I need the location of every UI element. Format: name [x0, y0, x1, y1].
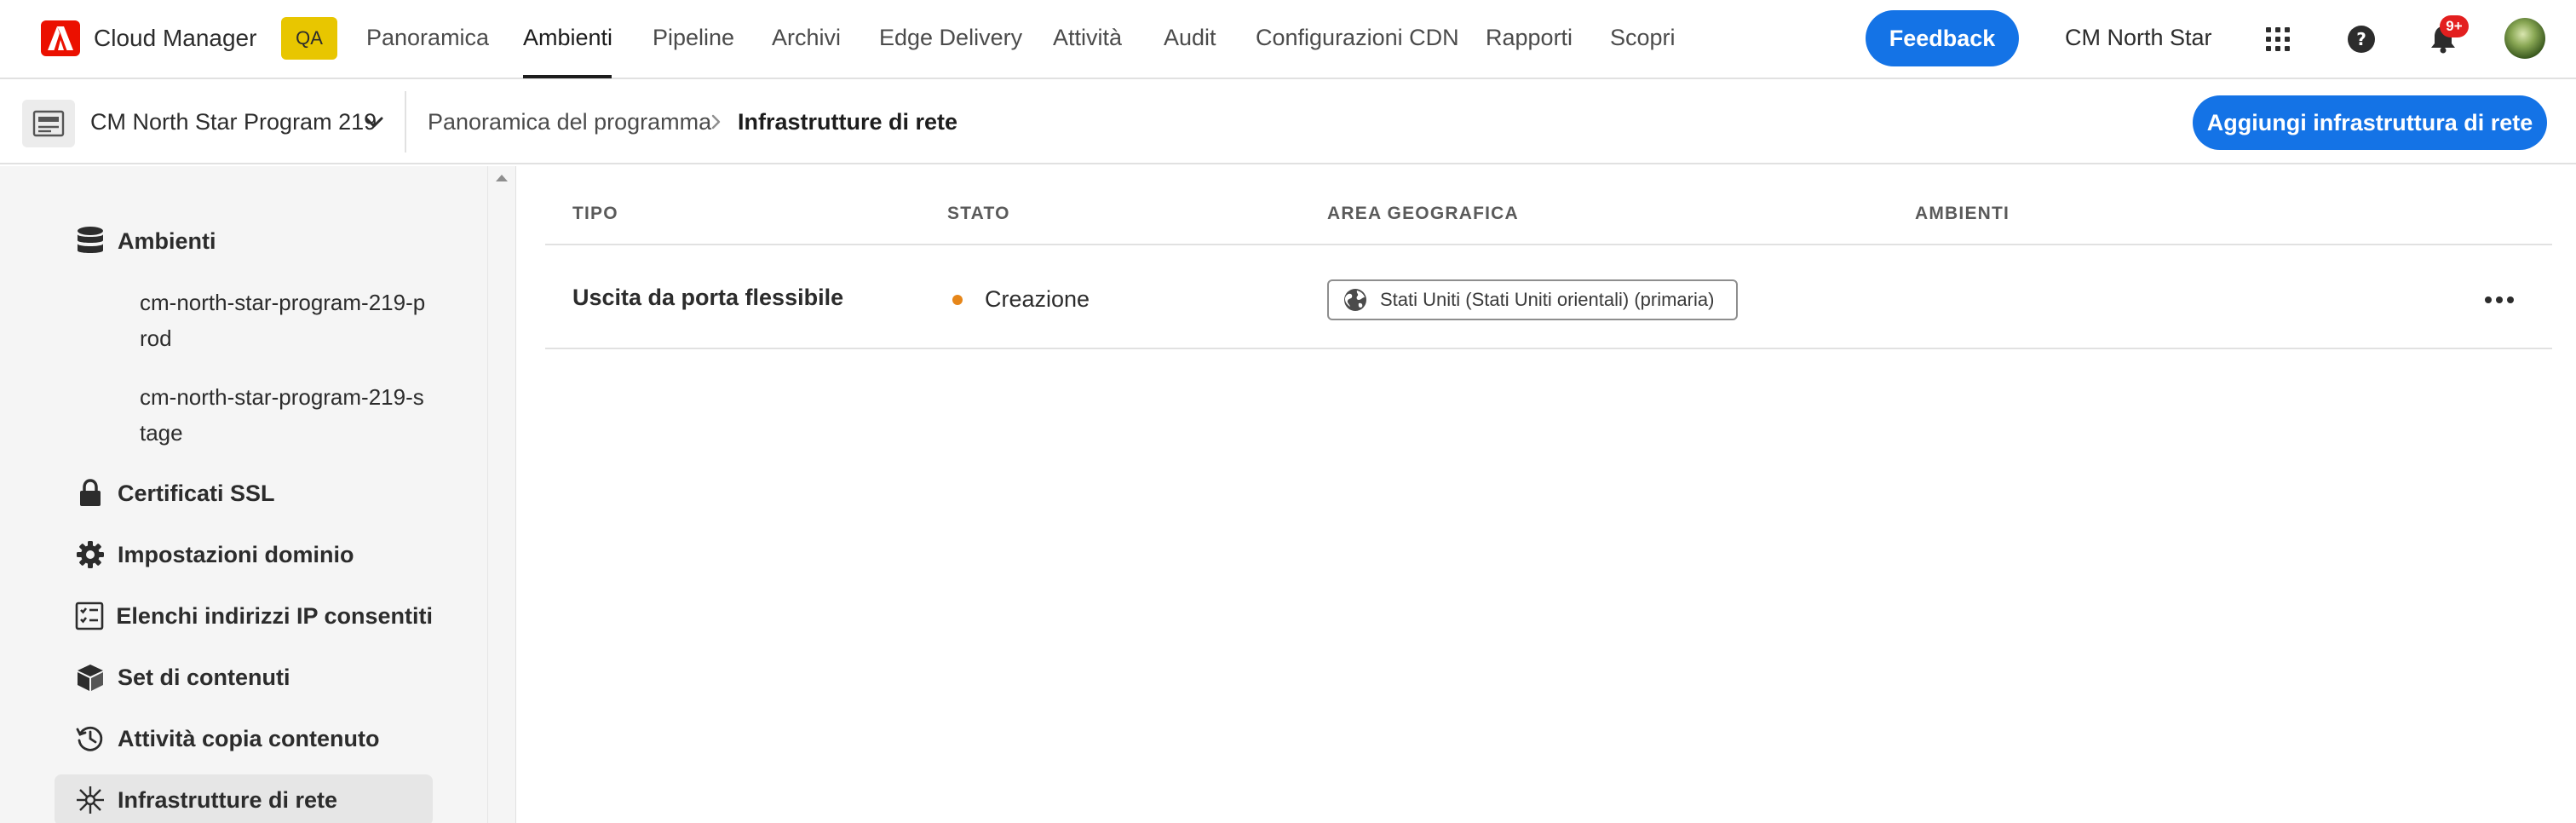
sidebar-environment-prod[interactable]: cm-north-star-program-219-prod [140, 285, 429, 356]
cell-type: Uscita da porta flessibile [572, 285, 844, 310]
table-row[interactable]: Uscita da porta flessibile Creazione Sta… [545, 245, 2552, 349]
program-header: CM North Star Program 219 Panoramica del… [0, 81, 2576, 164]
nav-rapporti[interactable]: Rapporti [1486, 25, 1573, 51]
nav-edge-delivery[interactable]: Edge Delivery [879, 25, 1022, 51]
add-network-infrastructure-button[interactable]: Aggiungi infrastruttura di rete [2193, 95, 2547, 150]
avatar[interactable] [2504, 18, 2545, 59]
notification-count-badge: 9+ [2440, 15, 2469, 37]
sidebar-item-label: Ambienti [118, 227, 216, 254]
nav-active-indicator [523, 75, 612, 78]
environment-badge: QA [281, 17, 337, 60]
lock-icon [73, 476, 107, 510]
help-icon[interactable]: ? [2343, 20, 2380, 58]
program-icon [22, 100, 75, 147]
sidebar-environment-stage[interactable]: cm-north-star-program-219-stage [140, 379, 429, 451]
nav-audit[interactable]: Audit [1164, 25, 1216, 51]
nav-pipeline[interactable]: Pipeline [653, 25, 734, 51]
app-title[interactable]: Cloud Manager [94, 25, 256, 52]
column-header-type[interactable]: TIPO [572, 204, 618, 224]
column-header-status[interactable]: STATO [947, 204, 1010, 224]
sidebar-item-label: Elenchi indirizzi IP consentiti [116, 602, 433, 629]
sidebar-item-domain-settings[interactable]: Impostazioni dominio [55, 529, 433, 580]
sidebar-scrollbar[interactable] [487, 166, 516, 823]
sidebar-item-content-sets[interactable]: Set di contenuti [55, 652, 433, 703]
sidebar-item-ssl-certificates[interactable]: Certificati SSL [55, 468, 433, 519]
box-icon [73, 660, 107, 694]
cell-status: Creazione [985, 286, 1090, 312]
chevron-right-icon [709, 113, 724, 130]
globe-icon [1344, 289, 1366, 311]
sidebar: Ambienti cm-north-star-program-219-prod … [0, 166, 487, 823]
program-selector[interactable]: CM North Star Program 219 [90, 109, 377, 135]
top-navigation: Cloud Manager QA Panoramica Ambienti Pip… [0, 0, 2576, 79]
more-actions-icon[interactable] [2477, 283, 2521, 317]
region-tag: Stati Uniti (Stati Uniti orientali) (pri… [1327, 279, 1738, 320]
sidebar-item-label: Certificati SSL [118, 480, 275, 506]
app-switcher-icon[interactable] [2259, 20, 2297, 58]
column-header-region[interactable]: AREA GEOGRAFICA [1327, 204, 1519, 224]
sidebar-item-label: Set di contenuti [118, 664, 290, 690]
organization-switcher[interactable]: CM North Star [2065, 25, 2212, 51]
sidebar-item-label: Impostazioni dominio [118, 541, 354, 567]
nav-ambienti[interactable]: Ambienti [523, 25, 612, 51]
svg-text:?: ? [2356, 29, 2366, 49]
sidebar-item-environments[interactable]: Ambienti [55, 216, 433, 267]
chevron-down-icon[interactable] [363, 112, 385, 131]
scroll-up-arrow-icon[interactable] [496, 175, 508, 181]
breadcrumb-current-page: Infrastrutture di rete [738, 109, 958, 135]
region-label: Stati Uniti (Stati Uniti orientali) (pri… [1380, 289, 1715, 310]
checklist-icon [73, 599, 106, 633]
feedback-button[interactable]: Feedback [1866, 10, 2019, 66]
nav-archivi[interactable]: Archivi [772, 25, 841, 51]
sidebar-item-content-copy-activity[interactable]: Attività copia contenuto [55, 713, 433, 764]
header-divider [405, 91, 406, 153]
adobe-logo[interactable] [41, 20, 80, 56]
history-icon [73, 722, 107, 756]
nav-attivita[interactable]: Attività [1053, 25, 1122, 51]
sidebar-item-label: Infrastrutture di rete [118, 786, 338, 813]
gear-icon [73, 538, 107, 572]
sidebar-item-ip-allow-lists[interactable]: Elenchi indirizzi IP consentiti [55, 590, 433, 642]
sidebar-item-label: Attività copia contenuto [118, 725, 380, 751]
nav-configurazioni-cdn[interactable]: Configurazioni CDN [1256, 25, 1459, 51]
status-indicator-dot [952, 295, 963, 305]
database-icon [73, 224, 107, 258]
nav-scopri[interactable]: Scopri [1610, 25, 1676, 51]
column-header-environments[interactable]: AMBIENTI [1915, 204, 2010, 224]
sidebar-item-network-infrastructure[interactable]: Infrastrutture di rete [55, 774, 433, 823]
network-icon [73, 783, 107, 817]
nav-panoramica[interactable]: Panoramica [366, 25, 489, 51]
breadcrumb-program-overview[interactable]: Panoramica del programma [428, 109, 711, 135]
